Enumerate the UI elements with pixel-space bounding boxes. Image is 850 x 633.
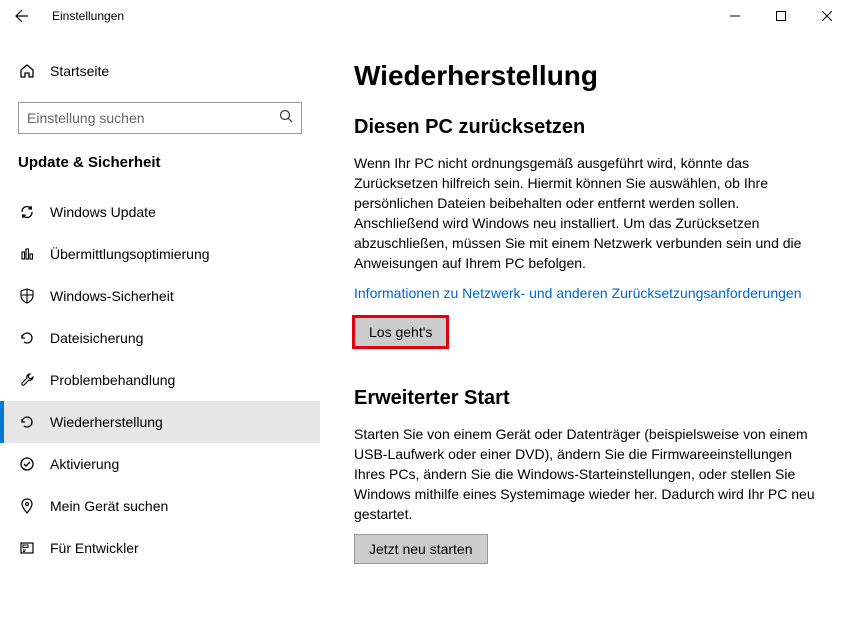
sidebar-item-label: Dateisicherung [50, 330, 143, 346]
backup-icon [18, 329, 36, 347]
arrow-left-icon [15, 9, 29, 23]
wrench-icon [18, 371, 36, 389]
get-started-button[interactable]: Los geht's [354, 317, 447, 347]
sidebar-item-windows-security[interactable]: Windows-Sicherheit [0, 275, 320, 317]
sidebar-item-recovery[interactable]: Wiederherstellung [0, 401, 320, 443]
sidebar-item-label: Problembehandlung [50, 372, 175, 388]
maximize-button[interactable] [758, 0, 804, 32]
sidebar-item-label: Für Entwickler [50, 540, 139, 556]
sidebar-item-label: Mein Gerät suchen [50, 498, 168, 514]
sidebar-item-label: Aktivierung [50, 456, 119, 472]
sidebar-item-label: Übermittlungsoptimierung [50, 246, 210, 262]
category-title: Update & Sicherheit [0, 154, 320, 183]
reset-pc-section: Diesen PC zurücksetzen Wenn Ihr PC nicht… [354, 116, 816, 347]
reset-pc-body: Wenn Ihr PC nicht ordnungsgemäß ausgefüh… [354, 153, 816, 273]
recovery-icon [18, 413, 36, 431]
advanced-startup-body: Starten Sie von einem Gerät oder Datentr… [354, 424, 816, 524]
main-content: Wiederherstellung Diesen PC zurücksetzen… [320, 32, 850, 633]
close-button[interactable] [804, 0, 850, 32]
search-icon [279, 109, 293, 128]
location-icon [18, 497, 36, 515]
reset-pc-title: Diesen PC zurücksetzen [354, 116, 816, 139]
sidebar-item-windows-update[interactable]: Windows Update [0, 191, 320, 233]
sidebar-item-troubleshoot[interactable]: Problembehandlung [0, 359, 320, 401]
shield-icon [18, 287, 36, 305]
search-input[interactable] [27, 110, 293, 126]
page-title: Wiederherstellung [354, 60, 816, 92]
titlebar: Einstellungen [0, 0, 850, 32]
window-title: Einstellungen [52, 9, 124, 23]
home-icon [18, 62, 36, 80]
sidebar: Startseite Update & Sicherheit Windows U… [0, 32, 320, 633]
sync-icon [18, 203, 36, 221]
activation-icon [18, 455, 36, 473]
sidebar-item-find-my-device[interactable]: Mein Gerät suchen [0, 485, 320, 527]
minimize-button[interactable] [712, 0, 758, 32]
sidebar-item-delivery-optimization[interactable]: Übermittlungsoptimierung [0, 233, 320, 275]
search-box[interactable] [18, 102, 302, 134]
optimization-icon [18, 245, 36, 263]
maximize-icon [776, 11, 786, 21]
minimize-icon [730, 11, 740, 21]
sidebar-item-activation[interactable]: Aktivierung [0, 443, 320, 485]
back-button[interactable] [12, 6, 32, 26]
nav-list: Windows Update Übermittlungsoptimierung … [0, 191, 320, 569]
close-icon [822, 11, 832, 21]
home-label: Startseite [50, 63, 109, 79]
sidebar-item-label: Windows-Sicherheit [50, 288, 174, 304]
sidebar-item-label: Windows Update [50, 204, 156, 220]
home-link[interactable]: Startseite [0, 52, 320, 90]
sidebar-item-for-developers[interactable]: Für Entwickler [0, 527, 320, 569]
restart-now-button[interactable]: Jetzt neu starten [354, 534, 488, 564]
advanced-startup-section: Erweiterter Start Starten Sie von einem … [354, 387, 816, 564]
sidebar-item-backup[interactable]: Dateisicherung [0, 317, 320, 359]
advanced-startup-title: Erweiterter Start [354, 387, 816, 410]
developer-icon [18, 539, 36, 557]
window-controls [712, 0, 850, 32]
sidebar-item-label: Wiederherstellung [50, 414, 163, 430]
reset-requirements-link[interactable]: Informationen zu Netzwerk- und anderen Z… [354, 283, 816, 303]
